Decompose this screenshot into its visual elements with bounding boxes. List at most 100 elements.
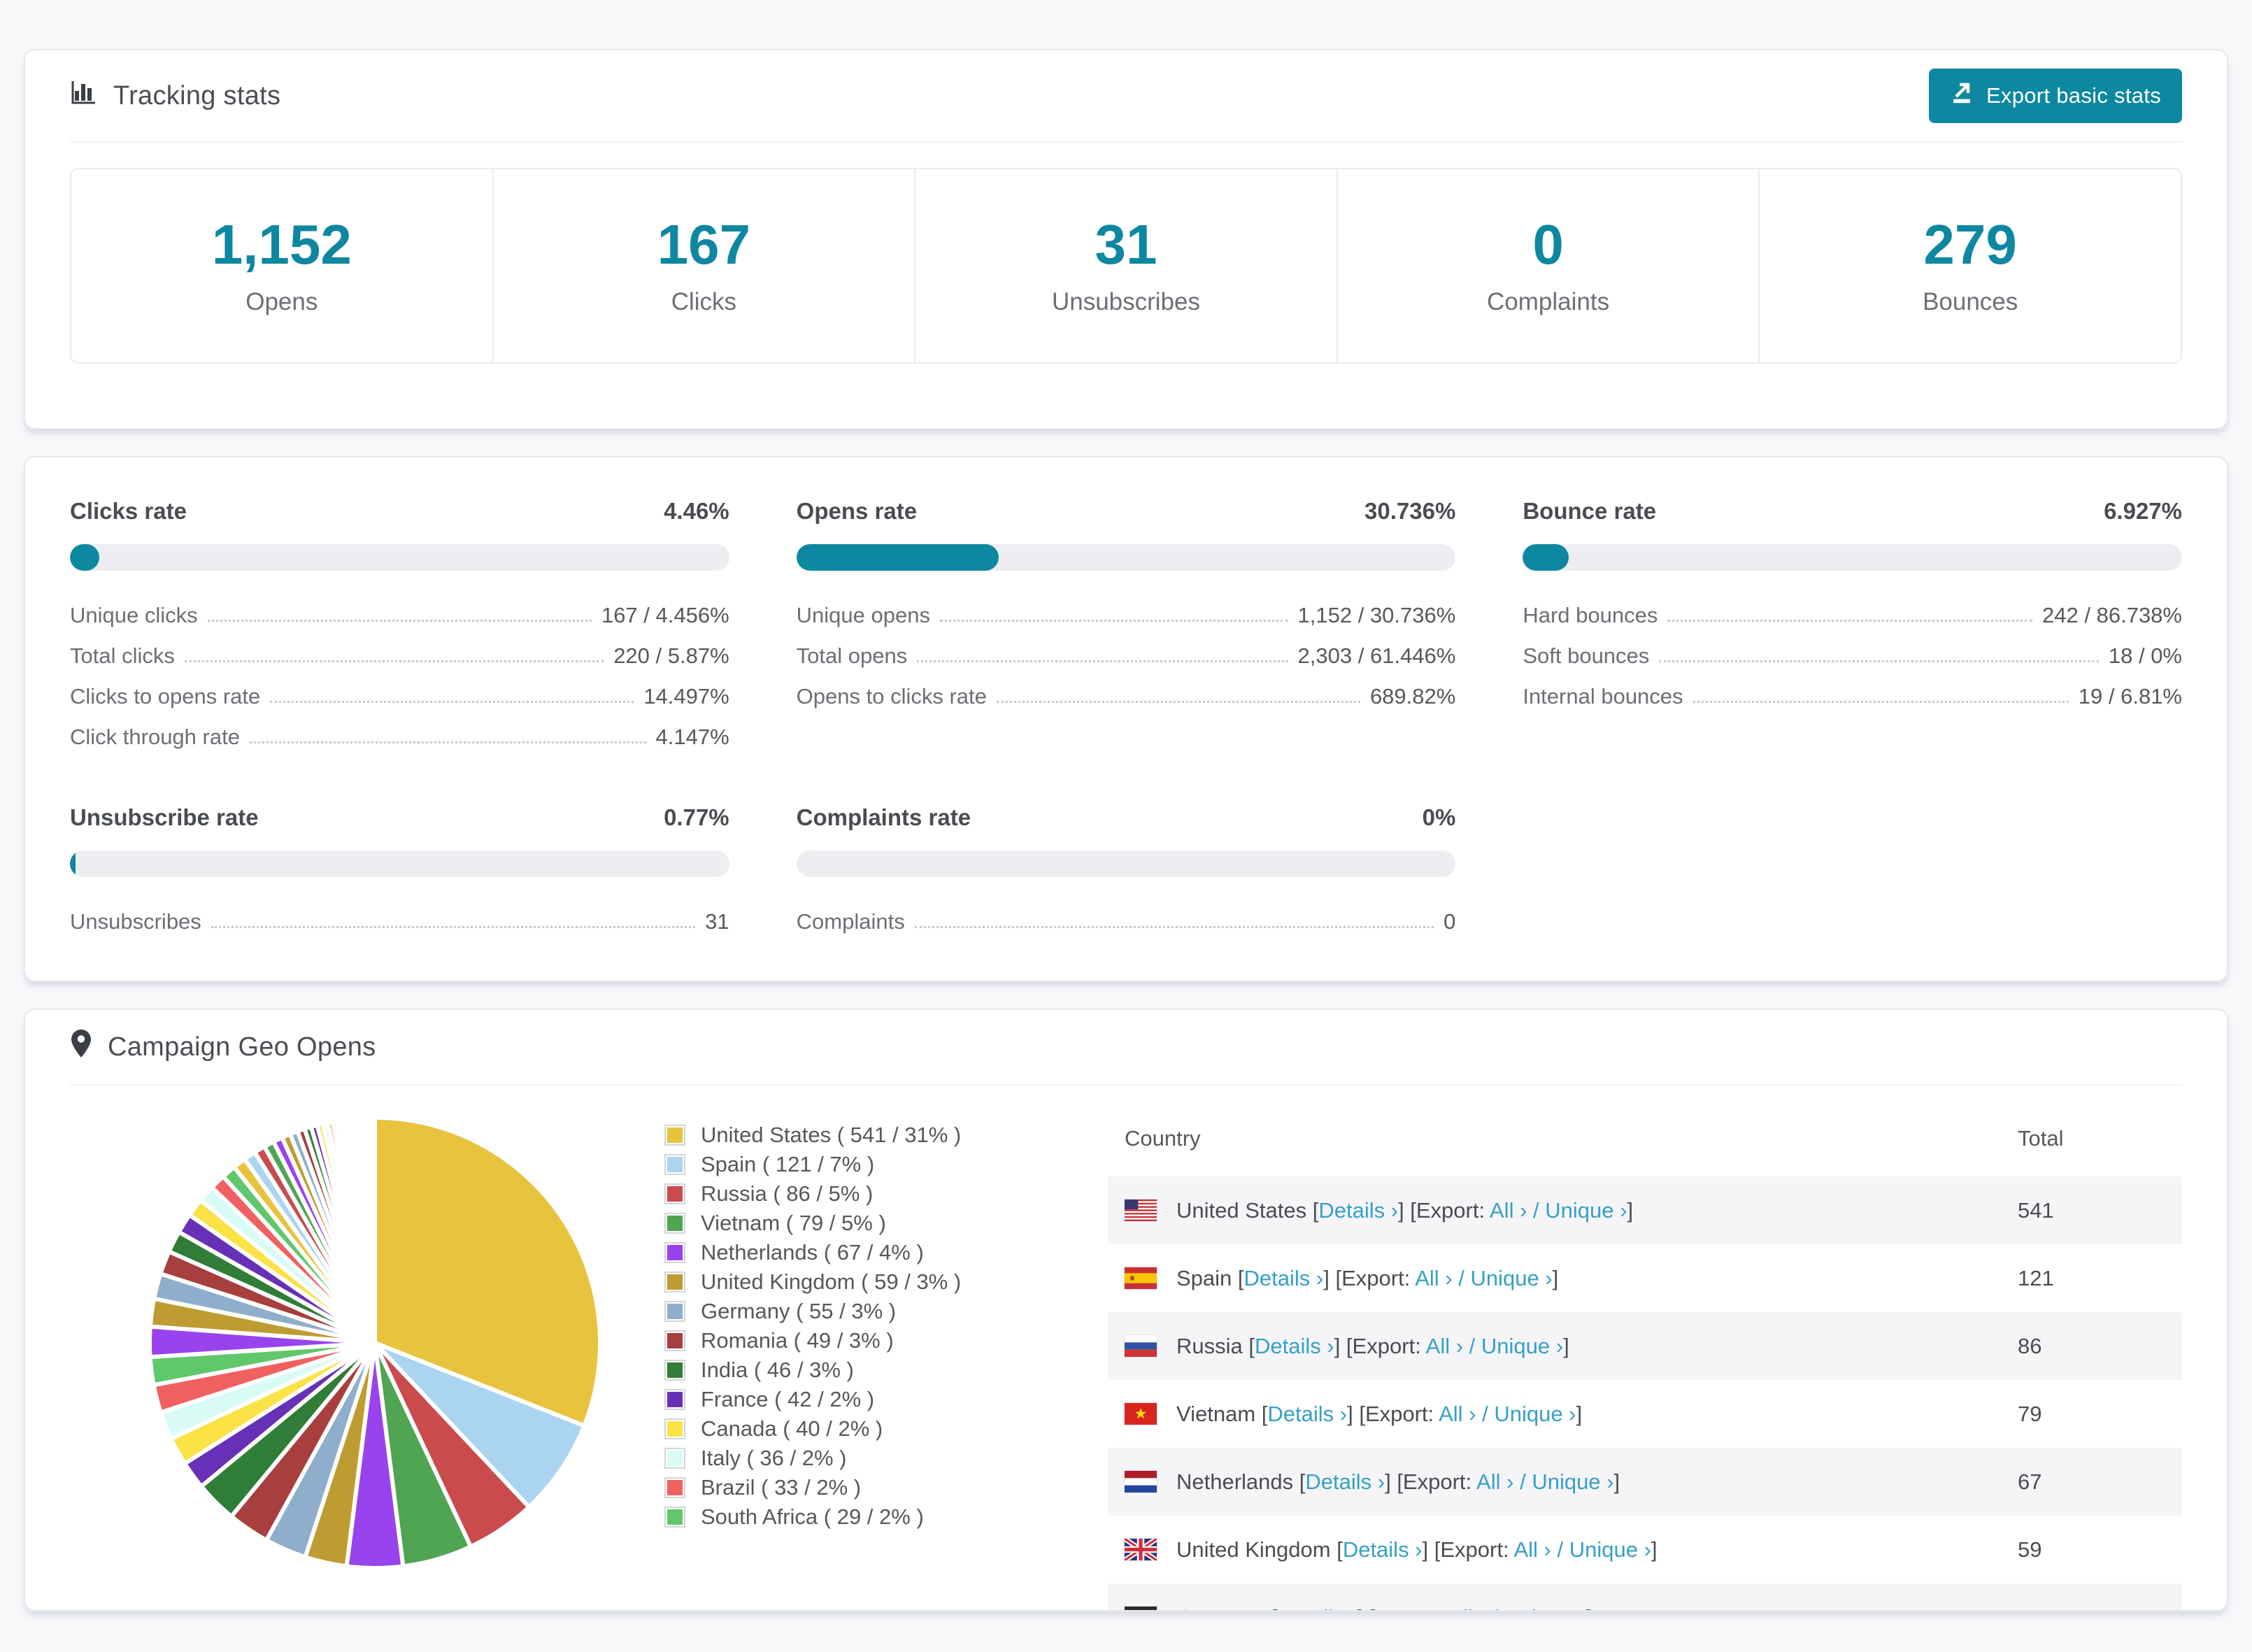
details-link[interactable]: Details › bbox=[1305, 1469, 1385, 1494]
rate-detail-label: Hard bounces bbox=[1523, 603, 1658, 627]
rate-progress-fill bbox=[70, 544, 100, 571]
export-all-link[interactable]: All › bbox=[1415, 1266, 1452, 1290]
geo-card-title: Campaign Geo Opens bbox=[70, 1028, 376, 1066]
legend-label: Italy ( 36 / 2% ) bbox=[701, 1446, 847, 1470]
export-unique-link[interactable]: Unique › bbox=[1494, 1402, 1576, 1426]
link-separator: / bbox=[1458, 1265, 1464, 1290]
link-separator: / bbox=[1469, 1333, 1476, 1358]
dotted-leader bbox=[249, 741, 646, 743]
rate-detail-row: Clicks to opens rate 14.497% bbox=[70, 669, 729, 709]
campaign-geo-opens-card: Campaign Geo Opens United States ( 541 /… bbox=[24, 1009, 2228, 1611]
dotted-leader bbox=[270, 701, 634, 703]
map-pin-icon bbox=[70, 1028, 92, 1066]
tracking-stats-title: Tracking stats bbox=[70, 78, 280, 113]
legend-item-united-states[interactable]: United States ( 541 / 31% ) bbox=[664, 1120, 1056, 1150]
details-link[interactable]: Details › bbox=[1267, 1402, 1347, 1426]
rate-detail-value: 2,303 / 61.446% bbox=[1297, 643, 1456, 668]
stat-value: 279 bbox=[1923, 213, 2017, 276]
geo-table-header-row: Country Total bbox=[1108, 1085, 2182, 1176]
legend-item-russia[interactable]: Russia ( 86 / 5% ) bbox=[664, 1179, 1056, 1209]
details-link[interactable]: Details › bbox=[1343, 1537, 1423, 1562]
legend-item-brazil[interactable]: Brazil ( 33 / 2% ) bbox=[664, 1473, 1056, 1502]
country-name: Netherlands bbox=[1176, 1469, 1294, 1494]
pie-legend: United States ( 541 / 31% ) Spain ( 121 /… bbox=[664, 1120, 1056, 1532]
rate-detail-label: Click through rate bbox=[70, 725, 240, 749]
dotted-leader bbox=[996, 701, 1360, 703]
legend-item-romania[interactable]: Romania ( 49 / 3% ) bbox=[664, 1326, 1056, 1355]
dotted-leader bbox=[1659, 660, 2099, 662]
legend-item-france[interactable]: France ( 42 / 2% ) bbox=[664, 1385, 1056, 1414]
export-icon bbox=[1950, 81, 1974, 111]
rate-detail-label: Opens to clicks rate bbox=[796, 684, 987, 708]
rate-detail-label: Clicks to opens rate bbox=[70, 684, 261, 708]
rate-detail-value: 4.147% bbox=[655, 725, 729, 749]
export-unique-link[interactable]: Unique › bbox=[1504, 1605, 1586, 1611]
legend-item-south-africa[interactable]: South Africa ( 29 / 2% ) bbox=[664, 1502, 1056, 1532]
legend-item-spain[interactable]: Spain ( 121 / 7% ) bbox=[664, 1150, 1056, 1179]
rate-detail-row: Soft bounces 18 / 0% bbox=[1523, 628, 2182, 669]
gb-flag-icon bbox=[1123, 1537, 1159, 1562]
legend-swatch bbox=[664, 1125, 685, 1146]
legend-item-india[interactable]: India ( 46 / 3% ) bbox=[664, 1355, 1056, 1385]
dotted-leader bbox=[1667, 620, 2033, 622]
country-column-header: Country bbox=[1125, 1126, 1201, 1151]
dotted-leader bbox=[914, 926, 1434, 928]
rate-block-clicks-rate: Clicks rate 4.46% Unique clicks 167 / 4.4… bbox=[70, 498, 729, 750]
dotted-leader bbox=[939, 620, 1288, 622]
export-basic-stats-button[interactable]: Export basic stats bbox=[1928, 69, 2182, 123]
legend-item-vietnam[interactable]: Vietnam ( 79 / 5% ) bbox=[664, 1209, 1056, 1238]
legend-label: France ( 42 / 2% ) bbox=[701, 1387, 875, 1411]
legend-swatch bbox=[664, 1360, 685, 1381]
export-unique-link[interactable]: Unique › bbox=[1470, 1266, 1552, 1290]
link-separator: / bbox=[1492, 1605, 1498, 1611]
stat-label: Clicks bbox=[671, 288, 737, 315]
legend-item-italy[interactable]: Italy ( 36 / 2% ) bbox=[664, 1444, 1056, 1473]
details-link[interactable]: Details › bbox=[1255, 1334, 1334, 1358]
rate-progress-track bbox=[1523, 544, 2182, 571]
export-all-link[interactable]: All › bbox=[1448, 1605, 1485, 1611]
rate-detail-value: 0 bbox=[1444, 909, 1456, 934]
bar-chart-icon bbox=[70, 78, 98, 113]
rate-detail-value: 18 / 0% bbox=[2108, 643, 2182, 668]
vn-flag-icon bbox=[1124, 1402, 1157, 1425]
rate-progress-track bbox=[70, 544, 729, 571]
rate-block-unsubscribe-rate: Unsubscribe rate 0.77% Unsubscribes 31 bbox=[70, 804, 729, 934]
legend-item-netherlands[interactable]: Netherlands ( 67 / 4% ) bbox=[664, 1238, 1056, 1267]
export-unique-link[interactable]: Unique › bbox=[1481, 1334, 1563, 1358]
rate-detail-row: Complaints 0 bbox=[797, 894, 1456, 934]
export-unique-link[interactable]: Unique › bbox=[1532, 1469, 1613, 1494]
geo-table-body: United States [Details ›] [Export: All ›… bbox=[1108, 1176, 2182, 1611]
export-all-link[interactable]: All › bbox=[1439, 1402, 1476, 1426]
legend-swatch bbox=[664, 1477, 685, 1498]
country-name: Russia bbox=[1176, 1333, 1243, 1358]
country-name: Spain bbox=[1176, 1265, 1232, 1290]
link-separator: / bbox=[1557, 1537, 1564, 1562]
total-cell: 59 bbox=[2018, 1537, 2042, 1562]
total-column-header: Total bbox=[2018, 1126, 2064, 1151]
rate-value: 6.927% bbox=[2104, 498, 2182, 524]
export-unique-link[interactable]: Unique › bbox=[1545, 1198, 1627, 1223]
export-all-link[interactable]: All › bbox=[1476, 1469, 1513, 1494]
rate-value: 0% bbox=[1422, 804, 1456, 830]
stat-label: Bounces bbox=[1923, 288, 2018, 315]
dotted-leader bbox=[184, 660, 604, 662]
legend-item-united-kingdom[interactable]: United Kingdom ( 59 / 3% ) bbox=[664, 1267, 1056, 1297]
geo-table: Country Total United States [Details ›] … bbox=[1108, 1085, 2182, 1611]
rate-detail-value: 689.82% bbox=[1369, 684, 1456, 708]
legend-item-canada[interactable]: Canada ( 40 / 2% ) bbox=[664, 1414, 1056, 1444]
rate-detail-label: Internal bounces bbox=[1523, 684, 1683, 708]
legend-label: Romania ( 49 / 3% ) bbox=[701, 1328, 894, 1353]
details-link[interactable]: Details › bbox=[1244, 1266, 1324, 1290]
legend-swatch bbox=[664, 1418, 685, 1439]
stat-label: Opens bbox=[245, 288, 318, 315]
details-link[interactable]: Details › bbox=[1318, 1198, 1398, 1223]
export-all-link[interactable]: All › bbox=[1513, 1537, 1551, 1562]
link-separator: / bbox=[1482, 1401, 1488, 1426]
legend-item-germany[interactable]: Germany ( 55 / 3% ) bbox=[664, 1297, 1056, 1326]
details-link[interactable]: Details › bbox=[1278, 1605, 1357, 1611]
export-all-link[interactable]: All › bbox=[1490, 1198, 1527, 1223]
rate-progress-fill bbox=[70, 850, 76, 877]
rate-progress-track bbox=[796, 544, 1456, 571]
export-unique-link[interactable]: Unique › bbox=[1569, 1537, 1651, 1562]
export-all-link[interactable]: All › bbox=[1426, 1334, 1463, 1358]
